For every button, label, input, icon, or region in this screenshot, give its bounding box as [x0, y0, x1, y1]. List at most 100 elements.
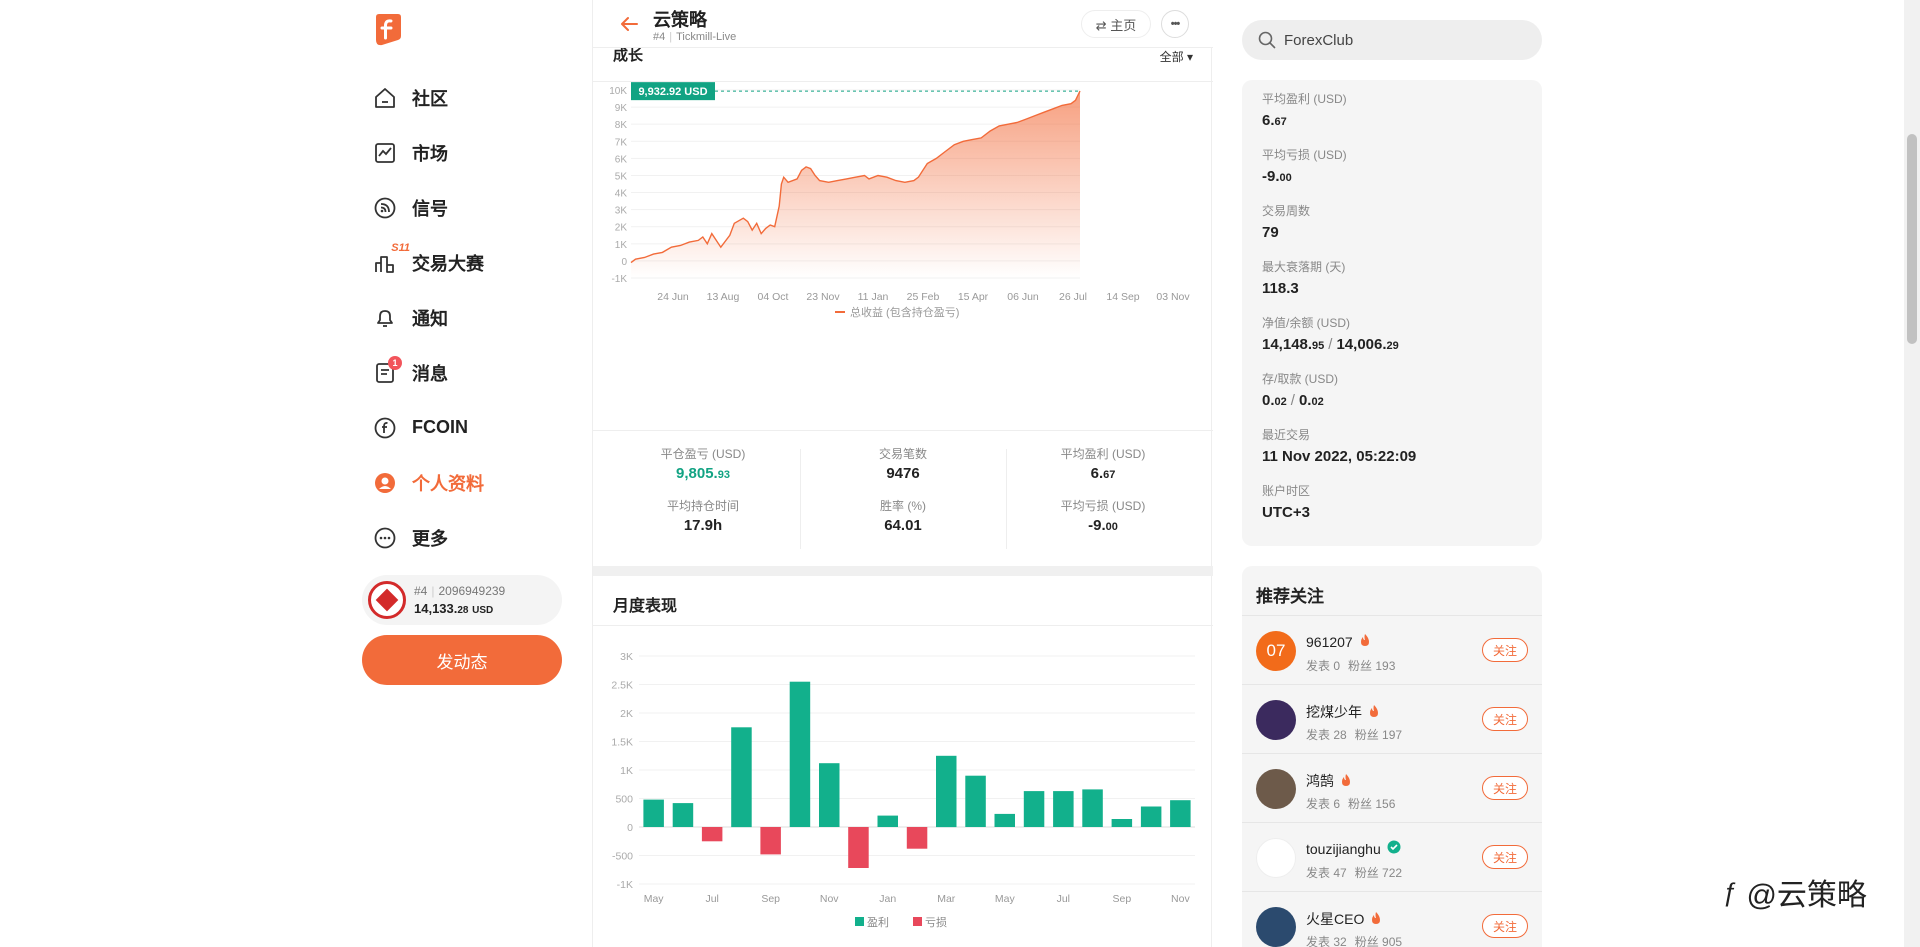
growth-x-tick: 26 Jul: [1059, 291, 1087, 303]
nav-item-market-chart[interactable]: 市场: [372, 125, 562, 180]
monthly-bar[interactable]: [936, 755, 957, 828]
user-name[interactable]: 挖煤少年: [1306, 702, 1380, 722]
user-avatar[interactable]: [1256, 907, 1296, 947]
scrollbar-thumb[interactable]: [1907, 134, 1917, 344]
recommend-card: 推荐关注 07 961207 发表 0 粉丝 193 关注 挖煤少年 发表 28 粉丝 197…: [1242, 566, 1542, 947]
user-name-text: 961207: [1306, 633, 1353, 650]
user-name[interactable]: touzijianghu: [1306, 840, 1401, 857]
nav-item-signal[interactable]: 信号: [372, 180, 562, 235]
nav-item-contest[interactable]: S11 交易大赛: [372, 235, 562, 290]
info-label: 存/取款 (USD): [1262, 372, 1338, 386]
stat-value-decimal: 93: [717, 469, 730, 481]
back-arrow-icon[interactable]: [619, 14, 639, 34]
follow-button[interactable]: 关注: [1482, 845, 1528, 869]
growth-y-tick: 5K: [615, 171, 628, 182]
monthly-bar[interactable]: [1053, 791, 1074, 827]
info-value: 0.02/0.02: [1262, 392, 1522, 409]
recommend-user-row[interactable]: 鸿鹄 发表 6 粉丝 156 关注: [1242, 754, 1542, 823]
user-posts: 发表 32: [1306, 935, 1347, 947]
profile-icon: [372, 470, 398, 496]
monthly-bar[interactable]: [877, 815, 899, 827]
follow-button[interactable]: 关注: [1482, 914, 1528, 938]
nav-item-profile[interactable]: 个人资料: [372, 455, 562, 510]
range-select[interactable]: 全部 ▾: [1160, 48, 1193, 65]
monthly-bar[interactable]: [848, 827, 869, 868]
info-label: 平均盈利 (USD): [1262, 92, 1347, 106]
strategy-rank: #4: [653, 31, 666, 43]
user-name[interactable]: 火星CEO: [1306, 909, 1382, 929]
user-posts: 发表 0: [1306, 659, 1341, 673]
user-fans: 粉丝 197: [1354, 728, 1403, 742]
account-card[interactable]: #4 | 2096949239 14,133.28 USD: [362, 575, 562, 625]
info-value-main: 6.: [1262, 112, 1275, 129]
monthly-bar[interactable]: [965, 775, 986, 827]
nav-item-label: 市场: [412, 143, 448, 164]
monthly-y-tick: -1K: [617, 879, 633, 891]
app-logo-icon[interactable]: [372, 12, 402, 46]
stat-label: 平均持仓时间: [666, 499, 739, 513]
stat-label: 平仓盈亏 (USD): [660, 447, 746, 461]
info-value-decimal: 02: [1274, 396, 1287, 408]
account-avatar: [368, 581, 406, 619]
monthly-bar[interactable]: [760, 827, 781, 855]
monthly-bar[interactable]: [1082, 789, 1103, 827]
follow-button[interactable]: 关注: [1482, 638, 1528, 662]
home-button[interactable]: ⇄ 主页: [1081, 10, 1151, 38]
recommend-user-row[interactable]: touzijianghu 发表 47 粉丝 722 关注: [1242, 823, 1542, 892]
nav-item-label: 个人资料: [412, 473, 484, 494]
nav-list: 社区市场信号 S11 交易大赛通知 1 消息 FCOIN 个人资料更多: [372, 70, 562, 565]
monthly-bar[interactable]: [819, 763, 840, 827]
follow-button[interactable]: 关注: [1482, 707, 1528, 731]
stat-label: 胜率 (%): [880, 499, 926, 513]
user-name[interactable]: 961207: [1306, 633, 1371, 650]
monthly-bar[interactable]: [1111, 819, 1133, 827]
monthly-bar[interactable]: [1140, 806, 1162, 828]
info-value-separator: /: [1290, 392, 1295, 409]
monthly-bar[interactable]: [1023, 791, 1045, 827]
nav-item-label: 通知: [412, 308, 448, 329]
growth-x-tick: 14 Sep: [1106, 291, 1139, 303]
monthly-bar[interactable]: [789, 681, 811, 827]
strategy-broker: Tickmill-Live: [676, 31, 737, 43]
monthly-bar[interactable]: [906, 827, 928, 849]
monthly-x-tick: Sep: [761, 893, 780, 905]
info-label: 最近交易: [1262, 428, 1311, 442]
more-options-button[interactable]: •••: [1161, 10, 1189, 38]
stat-label: 交易笔数: [878, 447, 927, 461]
monthly-bar[interactable]: [672, 803, 694, 827]
info-value-main: UTC+3: [1262, 504, 1310, 521]
user-posts: 发表 6: [1306, 797, 1341, 811]
follow-button[interactable]: 关注: [1482, 776, 1528, 800]
monthly-bar[interactable]: [643, 799, 664, 827]
monthly-bar[interactable]: [701, 827, 723, 842]
monthly-bar[interactable]: [994, 813, 1016, 827]
main-content: 云策略 #4 | Tickmill-Live ⇄ 主页 ••• 成长 全部 ▾ 10…: [592, 0, 1213, 947]
message-icon: 1: [372, 355, 402, 386]
user-avatar[interactable]: [1256, 700, 1296, 740]
user-avatar[interactable]: [1256, 769, 1296, 809]
more-icon: [372, 525, 398, 551]
user-avatar[interactable]: 07: [1256, 631, 1296, 671]
search-box[interactable]: [1242, 20, 1542, 60]
nav-item-message[interactable]: 1 消息: [372, 345, 562, 400]
info-item: 平均盈利 (USD) 6.67: [1262, 90, 1522, 146]
recommend-user-row[interactable]: 挖煤少年 发表 28 粉丝 197 关注: [1242, 685, 1542, 754]
monthly-x-tick: Jan: [879, 893, 896, 905]
post-button[interactable]: 发动态: [362, 635, 562, 685]
user-avatar[interactable]: [1256, 838, 1296, 878]
growth-y-tick: 6K: [615, 154, 628, 165]
nav-item-more[interactable]: 更多: [372, 510, 562, 565]
user-name[interactable]: 鸿鹄: [1306, 771, 1352, 791]
recommend-user-row[interactable]: 07 961207 发表 0 粉丝 193 关注: [1242, 616, 1542, 685]
page-scrollbar[interactable]: [1904, 0, 1920, 947]
monthly-bar[interactable]: [1170, 800, 1191, 827]
nav-item-label: 消息: [412, 363, 448, 384]
monthly-bar[interactable]: [731, 727, 752, 828]
search-input[interactable]: [1284, 31, 1504, 49]
nav-item-fcoin[interactable]: FCOIN: [372, 400, 562, 455]
stat-value-decimal: 67: [1103, 469, 1116, 481]
recommend-user-row[interactable]: 火星CEO 发表 32 粉丝 905 关注: [1242, 892, 1542, 947]
stat-item: 平仓盈亏 (USD) 9,805.93: [603, 445, 803, 482]
nav-item-home[interactable]: 社区: [372, 70, 562, 125]
nav-item-bell[interactable]: 通知: [372, 290, 562, 345]
